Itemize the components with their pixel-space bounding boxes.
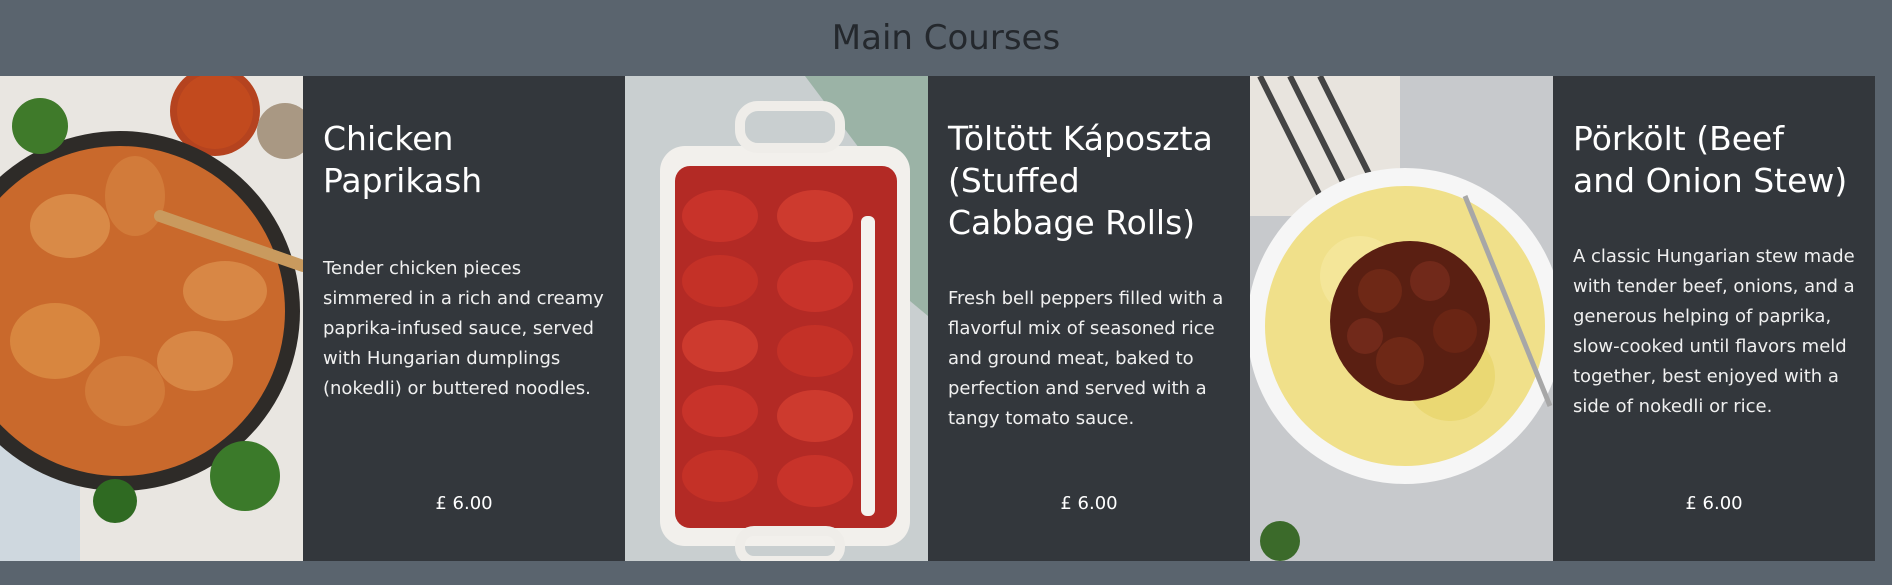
dish-card-chicken-paprikash[interactable]: Chicken Paprikash Tender chicken pieces … xyxy=(0,76,625,561)
dish-info-panel: Pörkölt (Beef and Onion Stew) A classic … xyxy=(1553,76,1875,561)
dish-info-panel: Chicken Paprikash Tender chicken pieces … xyxy=(303,76,625,561)
chicken-paprikash-photo xyxy=(0,76,303,561)
dish-description: A classic Hungarian stew made with tende… xyxy=(1573,246,1855,417)
dish-title: Töltött Káposzta (Stuffed Cabbage Rolls) xyxy=(948,119,1213,242)
dish-description: Tender chicken pieces simmered in a rich… xyxy=(323,258,604,399)
dish-price: £ 6.00 xyxy=(1060,493,1118,514)
dish-info-panel: Töltött Káposzta (Stuffed Cabbage Rolls)… xyxy=(928,76,1250,561)
dish-card-toltott-kaposzta[interactable]: Töltött Káposzta (Stuffed Cabbage Rolls)… xyxy=(625,76,1250,561)
dish-title: Chicken Paprikash xyxy=(323,119,483,200)
dish-title: Pörkölt (Beef and Onion Stew) xyxy=(1573,119,1848,200)
page-header: Main Courses xyxy=(0,0,1892,76)
porkolt-photo xyxy=(1250,76,1553,561)
dish-list: Chicken Paprikash Tender chicken pieces … xyxy=(0,76,1892,561)
dish-card-porkolt[interactable]: Pörkölt (Beef and Onion Stew) A classic … xyxy=(1250,76,1875,561)
dish-description: Fresh bell peppers filled with a flavorf… xyxy=(948,288,1224,429)
dish-price: £ 6.00 xyxy=(435,493,493,514)
page-title: Main Courses xyxy=(831,18,1061,58)
stuffed-cabbage-photo xyxy=(625,76,928,561)
dish-price: £ 6.00 xyxy=(1685,493,1743,514)
